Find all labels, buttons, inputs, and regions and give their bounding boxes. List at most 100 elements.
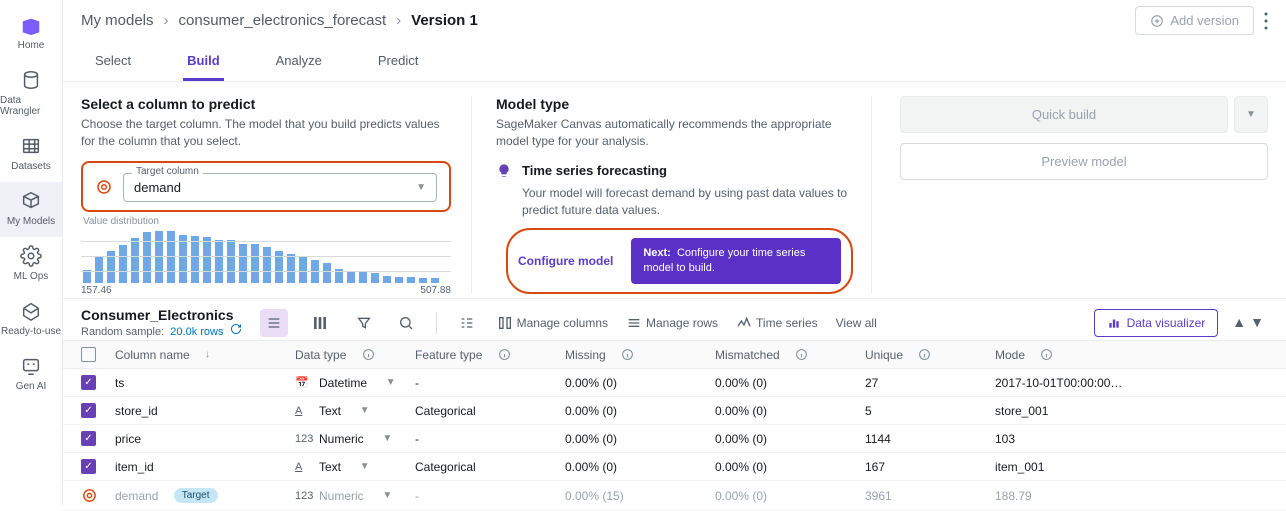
row-missing: 0.00% (0) — [565, 376, 617, 390]
dist-bar — [371, 273, 379, 282]
dist-bar — [239, 244, 247, 282]
chevron-down-icon[interactable]: ▼ — [386, 377, 396, 388]
distribution-chart — [81, 231, 451, 283]
datatype-icon: A — [295, 461, 313, 473]
target-column-value: demand — [134, 180, 181, 195]
target-column-highlight: Target column demand ▼ — [81, 161, 451, 212]
refresh-icon[interactable] — [230, 323, 242, 335]
col-header-mode[interactable]: Mode — [995, 348, 1268, 362]
chevron-down-icon[interactable]: ▼ — [382, 433, 392, 444]
quick-build-button[interactable]: Quick build — [900, 96, 1228, 133]
col-header-name[interactable]: Column name ↓ — [115, 348, 295, 362]
row-missing: 0.00% (0) — [565, 432, 617, 446]
filter-icon[interactable] — [352, 311, 376, 335]
time-series-tool[interactable]: Time series — [736, 315, 818, 331]
row-mismatch: 0.00% (0) — [715, 404, 767, 418]
sample-rows-link[interactable]: 20.0k rows — [170, 326, 223, 338]
view-all-link[interactable]: View all — [836, 316, 877, 330]
col-header-datatype[interactable]: Data type — [295, 348, 415, 362]
row-unique: 167 — [865, 460, 885, 474]
header-checkbox[interactable] — [81, 347, 96, 362]
manage-rows-tool[interactable]: Manage rows — [626, 315, 718, 331]
tabs: Select Build Analyze Predict — [63, 43, 1286, 82]
col-header-featuretype[interactable]: Feature type — [415, 348, 565, 362]
dist-bar — [251, 244, 259, 282]
datasets-icon — [20, 135, 42, 157]
model-type-hint: SageMaker Canvas automatically recommend… — [496, 116, 853, 151]
target-icon — [81, 487, 98, 504]
dist-bar — [179, 235, 187, 283]
add-version-button[interactable]: Add version — [1135, 6, 1254, 35]
tab-select[interactable]: Select — [91, 43, 135, 81]
row-checkbox[interactable]: ✓ — [81, 459, 96, 474]
chevron-down-icon[interactable]: ▼ — [382, 490, 392, 501]
side-mymodels[interactable]: My Models — [0, 182, 62, 237]
side-datasets[interactable]: Datasets — [0, 127, 62, 182]
preview-model-button[interactable]: Preview model — [900, 143, 1268, 180]
row-missing: 0.00% (0) — [565, 460, 617, 474]
info-icon — [498, 348, 511, 361]
table-row: demand Target123Numeric ▼-0.00% (15)0.00… — [63, 481, 1286, 511]
configure-model-link[interactable]: Configure model — [518, 254, 613, 268]
tab-analyze[interactable]: Analyze — [272, 43, 326, 81]
breadcrumb-my-models[interactable]: My models — [81, 12, 154, 29]
row-unique: 1144 — [865, 432, 891, 446]
chevron-down-icon: ▼ — [1246, 109, 1256, 120]
side-datawrangler[interactable]: Data Wrangler — [0, 61, 62, 127]
overflow-menu-icon[interactable] — [1264, 12, 1268, 30]
dist-bar — [263, 247, 271, 282]
row-name: store_id — [115, 404, 158, 418]
target-column-select[interactable]: Target column demand ▼ — [123, 173, 437, 202]
side-ready[interactable]: Ready-to-use — [0, 292, 62, 347]
model-type-label: Time series forecasting — [522, 163, 667, 178]
chevron-right-icon: › — [164, 12, 169, 29]
info-icon — [918, 348, 931, 361]
dist-bar — [203, 237, 211, 283]
select-column-hint: Choose the target column. The model that… — [81, 116, 451, 151]
datatype-icon: 123 — [295, 490, 313, 502]
col-header-missing[interactable]: Missing — [565, 348, 715, 362]
target-icon — [95, 178, 113, 196]
tab-build[interactable]: Build — [183, 43, 224, 81]
row-checkbox[interactable]: ✓ — [81, 375, 96, 390]
view-grid-icon[interactable] — [306, 309, 334, 337]
indent-icon[interactable] — [455, 311, 479, 335]
dist-bar — [119, 245, 127, 282]
target-badge: Target — [174, 488, 218, 503]
side-mlops[interactable]: ML Ops — [0, 237, 62, 292]
dist-bar — [431, 278, 439, 283]
tab-predict[interactable]: Predict — [374, 43, 422, 81]
mlops-icon — [20, 245, 42, 267]
expand-icon[interactable]: ▲ ▼ — [1228, 315, 1268, 330]
col-header-mismatch[interactable]: Mismatched — [715, 348, 865, 362]
row-mismatch: 0.00% (0) — [715, 460, 767, 474]
row-missing: 0.00% (15) — [565, 489, 624, 503]
side-home[interactable]: Home — [0, 6, 62, 61]
chevron-down-icon[interactable]: ▼ — [360, 461, 370, 472]
dist-bar — [395, 277, 403, 283]
col-header-unique[interactable]: Unique — [865, 348, 995, 362]
dist-bar — [131, 238, 139, 283]
quick-build-dropdown[interactable]: ▼ — [1234, 96, 1268, 133]
row-checkbox[interactable]: ✓ — [81, 431, 96, 446]
bar-chart-icon — [1107, 316, 1121, 330]
info-icon — [362, 348, 375, 361]
chevron-down-icon[interactable]: ▼ — [360, 405, 370, 416]
row-unique: 5 — [865, 404, 872, 418]
dist-bar — [191, 236, 199, 283]
lightbulb-icon — [496, 163, 512, 179]
search-icon[interactable] — [394, 311, 418, 335]
row-checkbox[interactable]: ✓ — [81, 403, 96, 418]
dist-x-max: 507.88 — [420, 285, 451, 296]
model-type-body: Your model will forecast demand by using… — [522, 185, 853, 220]
view-list-icon[interactable] — [260, 309, 288, 337]
row-mismatch: 0.00% (0) — [715, 432, 767, 446]
info-icon — [795, 348, 808, 361]
side-genai[interactable]: Gen AI — [0, 347, 62, 402]
distribution-label: Value distribution — [83, 216, 451, 227]
row-datatype: Numeric — [319, 432, 364, 446]
data-visualizer-button[interactable]: Data visualizer — [1094, 309, 1219, 337]
manage-columns-tool[interactable]: Manage columns — [497, 315, 608, 331]
breadcrumb-model-name[interactable]: consumer_electronics_forecast — [179, 12, 387, 29]
row-mode: store_001 — [995, 404, 1048, 418]
